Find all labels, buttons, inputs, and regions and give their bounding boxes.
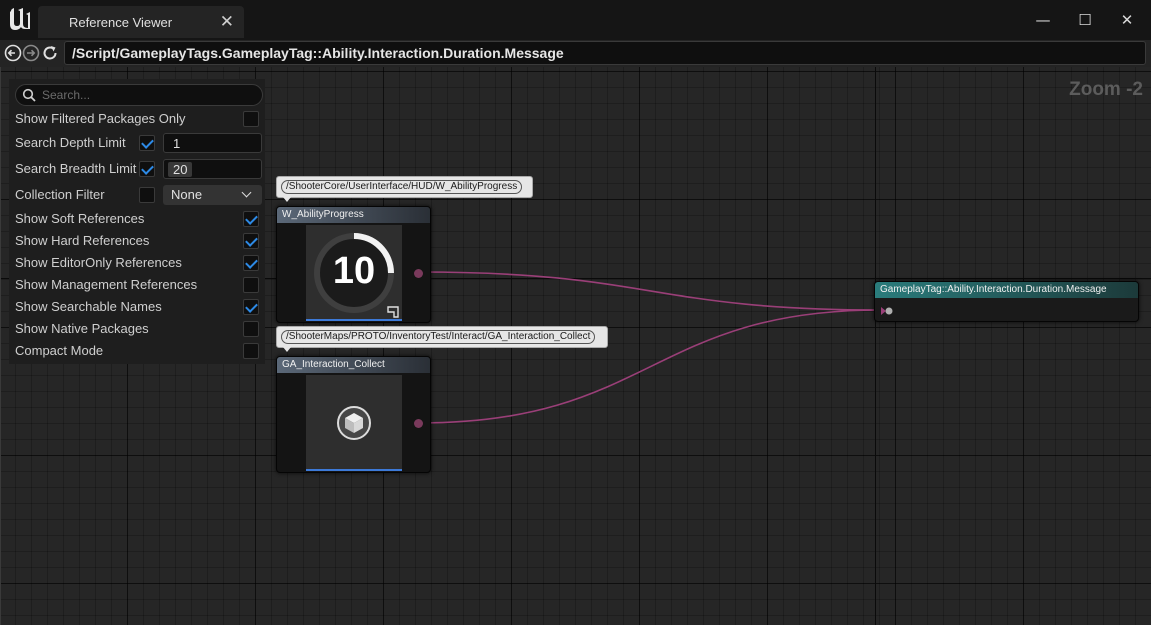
row-compact-mode: Compact Mode [15,341,265,361]
depth-limit-input[interactable]: 1 [163,133,262,153]
cube-icon [337,406,371,440]
searchable-names-checkbox[interactable] [243,299,259,315]
search-box[interactable] [15,84,263,106]
management-references-checkbox[interactable] [243,277,259,293]
progress-value: 10 [332,250,376,292]
node-gameplay-tag-title: GameplayTag::Ability.Interaction.Duratio… [875,282,1138,298]
node-interaction-collect-title: GA_Interaction_Collect [277,357,430,373]
breadth-limit-label: Search Breadth Limit [15,161,137,176]
node-ability-progress-title: W_AbilityProgress [277,207,430,223]
breadth-limit-checkbox[interactable] [139,161,155,177]
soft-references-label: Show Soft References [15,211,145,226]
ability-progress-path-bubble: /ShooterCore/UserInterface/HUD/W_Ability… [276,176,533,202]
interaction-collect-path-bubble: /ShooterMaps/PROTO/InventoryTest/Interac… [276,326,608,352]
node-ability-progress[interactable]: W_AbilityProgress 10 [276,206,431,323]
row-editoronly-references: Show EditorOnly References [15,253,265,273]
interaction-collect-path: /ShooterMaps/PROTO/InventoryTest/Interac… [281,330,596,344]
soft-references-checkbox[interactable] [243,211,259,227]
minimize-button[interactable]: — [1031,8,1055,32]
hard-references-label: Show Hard References [15,233,150,248]
ability-progress-output-pin[interactable] [414,269,423,278]
reference-settings-panel: Show Filtered Packages Only Search Depth… [9,79,265,364]
tab-title: Reference Viewer [69,15,173,30]
node-gameplay-tag[interactable]: GameplayTag::Ability.Interaction.Duratio… [874,281,1139,322]
search-input[interactable] [42,87,252,103]
collection-filter-checkbox[interactable] [139,187,155,203]
chevron-down-icon [241,187,252,198]
title-bar: Reference Viewer ✕ — ☐ ✕ [0,0,1151,40]
depth-limit-checkbox[interactable] [139,135,155,151]
row-soft-references: Show Soft References [15,209,265,229]
tab-reference-viewer[interactable]: Reference Viewer ✕ [38,6,244,38]
back-arrow-icon[interactable] [4,44,22,62]
refresh-icon[interactable] [41,44,59,62]
interaction-collect-thumbnail [306,375,402,471]
search-icon [22,88,36,102]
ability-progress-path: /ShooterCore/UserInterface/HUD/W_Ability… [281,180,523,194]
row-management-references: Show Management References [15,275,265,295]
address-bar: /Script/GameplayTags.GameplayTag::Abilit… [0,40,1151,67]
row-collection-filter: Collection Filter None [15,185,265,205]
breadth-limit-value: 20 [168,162,193,177]
hard-references-checkbox[interactable] [243,233,259,249]
node-interaction-collect[interactable]: GA_Interaction_Collect [276,356,431,473]
native-packages-label: Show Native Packages [15,321,149,336]
forward-arrow-icon[interactable] [22,44,40,62]
close-window-button[interactable]: ✕ [1115,8,1139,32]
filtered-packages-checkbox[interactable] [243,111,259,127]
depth-limit-label: Search Depth Limit [15,135,126,150]
breadth-limit-input[interactable]: 20 [163,159,262,179]
close-tab-icon[interactable]: ✕ [220,12,234,32]
collection-filter-label: Collection Filter [15,187,105,202]
row-filtered-packages: Show Filtered Packages Only [15,109,265,129]
row-searchable-names: Show Searchable Names [15,297,265,317]
collection-filter-dropdown[interactable]: None [163,185,262,205]
editoronly-references-label: Show EditorOnly References [15,255,182,270]
collection-filter-value: None [171,187,203,202]
management-references-label: Show Management References [15,277,198,292]
row-depth-limit: Search Depth Limit 1 [15,133,265,153]
interaction-collect-output-pin[interactable] [414,419,423,428]
asset-path-input[interactable]: /Script/GameplayTags.GameplayTag::Abilit… [64,41,1146,65]
asset-path-text: /Script/GameplayTags.GameplayTag::Abilit… [72,45,564,61]
widget-blueprint-icon [387,306,399,318]
wire-ability-progress [418,271,882,311]
native-packages-checkbox[interactable] [243,321,259,337]
searchable-names-label: Show Searchable Names [15,299,162,314]
maximize-button[interactable]: ☐ [1073,8,1097,32]
unreal-logo-icon [10,8,30,30]
editoronly-references-checkbox[interactable] [243,255,259,271]
row-breadth-limit: Search Breadth Limit 20 [15,159,265,179]
compact-mode-label: Compact Mode [15,343,104,358]
ability-progress-thumbnail: 10 [306,225,402,321]
compact-mode-checkbox[interactable] [243,343,259,359]
row-native-packages: Show Native Packages [15,319,265,339]
filtered-packages-label: Show Filtered Packages Only [15,111,186,126]
row-hard-references: Show Hard References [15,231,265,251]
depth-limit-value: 1 [173,136,181,151]
gameplay-tag-input-pin[interactable] [881,306,895,316]
